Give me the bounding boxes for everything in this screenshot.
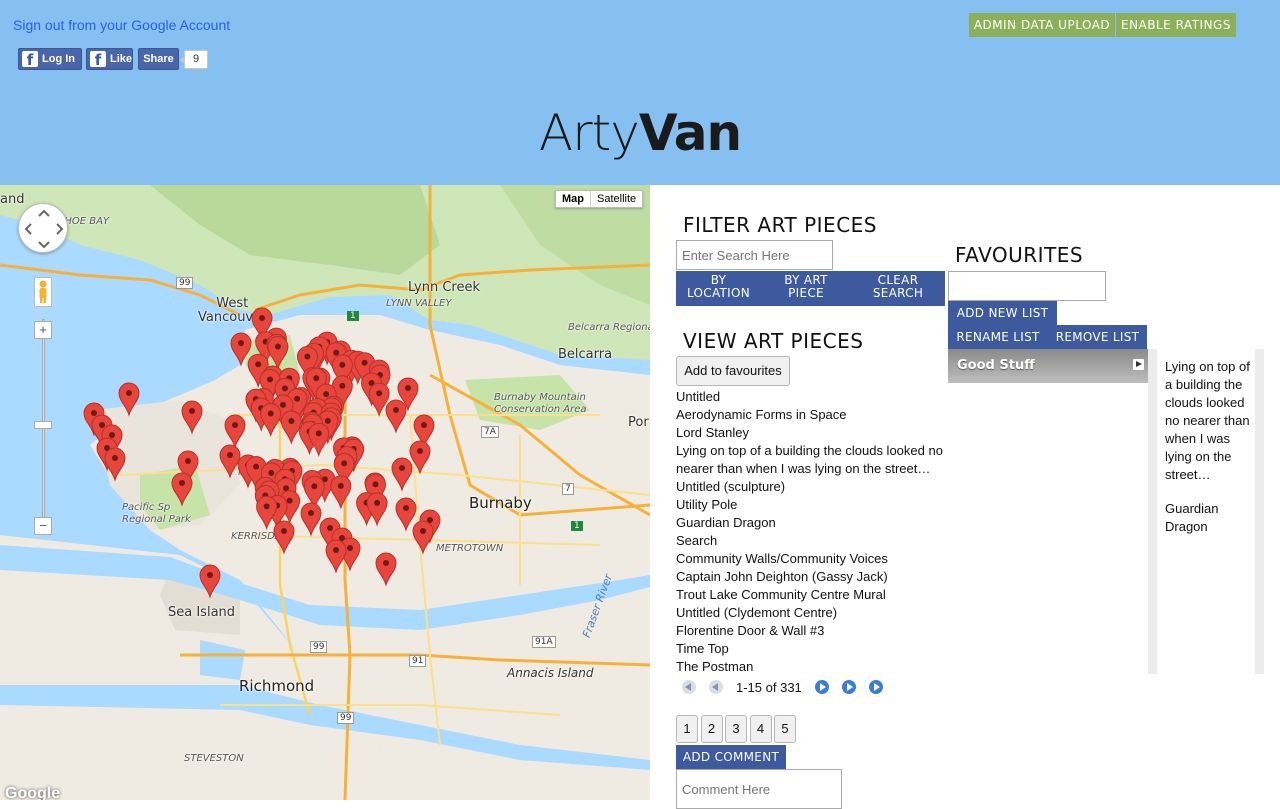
add-comment-button[interactable]: ADD COMMENT	[676, 745, 786, 769]
favourites-items: Lying on top of a building the clouds lo…	[1165, 358, 1250, 552]
art-list-item[interactable]: Lord Stanley	[676, 424, 951, 442]
art-marker-pin[interactable]	[219, 444, 241, 479]
expand-arrow-icon[interactable]	[1133, 359, 1144, 370]
favourite-item[interactable]: Lying on top of a building the clouds lo…	[1165, 358, 1250, 484]
view-heading: VIEW ART PIECES	[683, 329, 864, 353]
art-marker-pin[interactable]	[395, 497, 417, 532]
facebook-icon: f	[22, 51, 38, 69]
street-view-pegman-icon[interactable]	[34, 277, 52, 307]
art-list-item[interactable]: Utility Pole	[676, 496, 951, 514]
zoom-in-button[interactable]: +	[34, 321, 52, 339]
art-list-item[interactable]: Search	[676, 532, 951, 550]
map-type-map-button[interactable]: Map	[556, 191, 591, 207]
art-marker-pin[interactable]	[308, 422, 330, 458]
art-marker-pin[interactable]	[171, 472, 193, 507]
art-marker-pin[interactable]	[325, 539, 347, 574]
art-marker-pin[interactable]	[385, 399, 407, 434]
google-attribution: Google	[5, 785, 61, 800]
pagination: 1-15 of 331	[682, 677, 896, 697]
art-piece-list: Untitled Aerodynamic Forms in Space Lord S…	[676, 388, 951, 676]
filter-by-location-button[interactable]: BY LOCATION	[676, 274, 761, 300]
filter-button-bar: BY LOCATION BY ART PIECE CLEAR SEARCH	[676, 271, 945, 306]
art-list-item[interactable]: Community Walls/Community Voices	[676, 550, 951, 568]
art-list-item[interactable]: Time Top	[676, 640, 951, 658]
art-marker-pin[interactable]	[118, 382, 140, 417]
art-list-item[interactable]: Trout Lake Community Centre Mural	[676, 586, 951, 604]
art-marker-pin[interactable]	[391, 457, 413, 492]
sign-out-link[interactable]: Sign out from your Google Account	[13, 17, 230, 33]
art-marker-pin[interactable]	[199, 564, 221, 599]
filter-heading: FILTER ART PIECES	[683, 213, 877, 237]
facebook-login-button[interactable]: f Log In	[18, 48, 82, 70]
map-type-satellite-button[interactable]: Satellite	[591, 191, 642, 207]
page-button-4[interactable]: 4	[749, 715, 772, 743]
art-marker-pin[interactable]	[412, 520, 434, 555]
art-marker-pin[interactable]	[267, 336, 289, 371]
favourites-list-name-input[interactable]	[948, 271, 1106, 301]
art-list-item[interactable]: Guardian Dragon	[676, 514, 951, 532]
art-marker-pin[interactable]	[230, 332, 252, 367]
favourites-splitter[interactable]	[1148, 349, 1157, 674]
art-marker-pin[interactable]	[280, 410, 302, 445]
share-count-badge: 9	[180, 50, 208, 69]
search-input[interactable]	[676, 240, 833, 270]
comment-input[interactable]	[676, 769, 842, 809]
art-marker-pin[interactable]	[273, 520, 295, 555]
add-to-favourites-button[interactable]: Add to favourites	[676, 356, 790, 386]
page-button-5[interactable]: 5	[774, 715, 796, 743]
art-markers-layer	[83, 307, 441, 599]
site-logo: ArtyVan	[538, 104, 742, 162]
pan-control[interactable]	[18, 203, 68, 253]
art-marker-pin[interactable]	[104, 447, 126, 482]
add-new-list-button[interactable]: ADD NEW LIST	[948, 301, 1057, 325]
art-list-item[interactable]: The Postman	[676, 658, 951, 676]
remove-list-button[interactable]: REMOVE LIST	[1048, 325, 1147, 349]
art-list-item[interactable]: Florentine Door & Wall #3	[676, 622, 951, 640]
first-page-icon[interactable]	[682, 680, 696, 694]
last-page-icon[interactable]	[868, 680, 883, 694]
zoom-slider-handle[interactable]	[34, 421, 52, 429]
page-button-2[interactable]: 2	[700, 715, 723, 743]
art-marker-pin[interactable]	[224, 414, 246, 449]
rename-list-button[interactable]: RENAME LIST	[948, 325, 1048, 349]
art-map[interactable]: and SHOE BAY West Vancouver Lynn Creek L…	[0, 185, 650, 800]
pan-arrows-icon	[24, 209, 64, 249]
art-marker-pin[interactable]	[366, 492, 388, 527]
admin-data-upload-button[interactable]: ADMIN DATA UPLOAD	[969, 13, 1115, 37]
art-list-item[interactable]: Untitled	[676, 388, 951, 406]
pager-range: 1-15 of 331	[736, 679, 802, 695]
side-panel: FILTER ART PIECES BY LOCATION BY ART PIE…	[650, 185, 1280, 809]
favourites-list-good-stuff[interactable]: Good Stuff	[948, 349, 1148, 383]
clear-search-button[interactable]: CLEAR SEARCH	[851, 274, 945, 300]
favourites-heading: FAVOURITES	[955, 243, 1084, 267]
facebook-share-button[interactable]: Share	[138, 48, 179, 70]
favourite-item[interactable]: Guardian Dragon	[1165, 500, 1250, 536]
page-button-3[interactable]: 3	[725, 715, 747, 743]
zoom-out-button[interactable]: −	[34, 517, 52, 535]
art-marker-pin[interactable]	[409, 440, 431, 475]
next-page-icon[interactable]	[814, 680, 829, 694]
art-list-item[interactable]: Untitled (Clydemont Centre)	[676, 604, 951, 622]
art-list-item[interactable]: Untitled (sculpture)	[676, 478, 951, 496]
previous-page-icon[interactable]	[709, 680, 723, 694]
art-marker-pin[interactable]	[330, 475, 352, 510]
facebook-icon: f	[90, 51, 106, 69]
list-actions-bar: RENAME LIST REMOVE LIST	[948, 325, 1147, 349]
map-type-control: Map Satellite	[555, 190, 644, 208]
enable-ratings-button[interactable]: ENABLE RATINGS	[1116, 13, 1236, 37]
art-marker-pin[interactable]	[300, 502, 322, 537]
facebook-like-button[interactable]: f Like	[86, 48, 133, 70]
art-marker-pin[interactable]	[256, 495, 278, 531]
art-marker-pin[interactable]	[181, 400, 203, 435]
art-list-item[interactable]: Captain John Deighton (Gassy Jack)	[676, 568, 951, 586]
next-page-fast-icon[interactable]	[841, 680, 856, 694]
art-list-item[interactable]: Lying on top of a building the clouds lo…	[676, 442, 951, 478]
art-marker-pin[interactable]	[260, 403, 282, 438]
page-header: Sign out from your Google Account f Log I…	[0, 0, 1280, 185]
filter-by-art-piece-button[interactable]: BY ART PIECE	[761, 274, 851, 300]
art-list-item[interactable]: Aerodynamic Forms in Space	[676, 406, 951, 424]
art-marker-pin[interactable]	[375, 552, 397, 587]
page-button-1[interactable]: 1	[676, 715, 698, 743]
favourites-scrollbar[interactable]	[1255, 349, 1264, 674]
